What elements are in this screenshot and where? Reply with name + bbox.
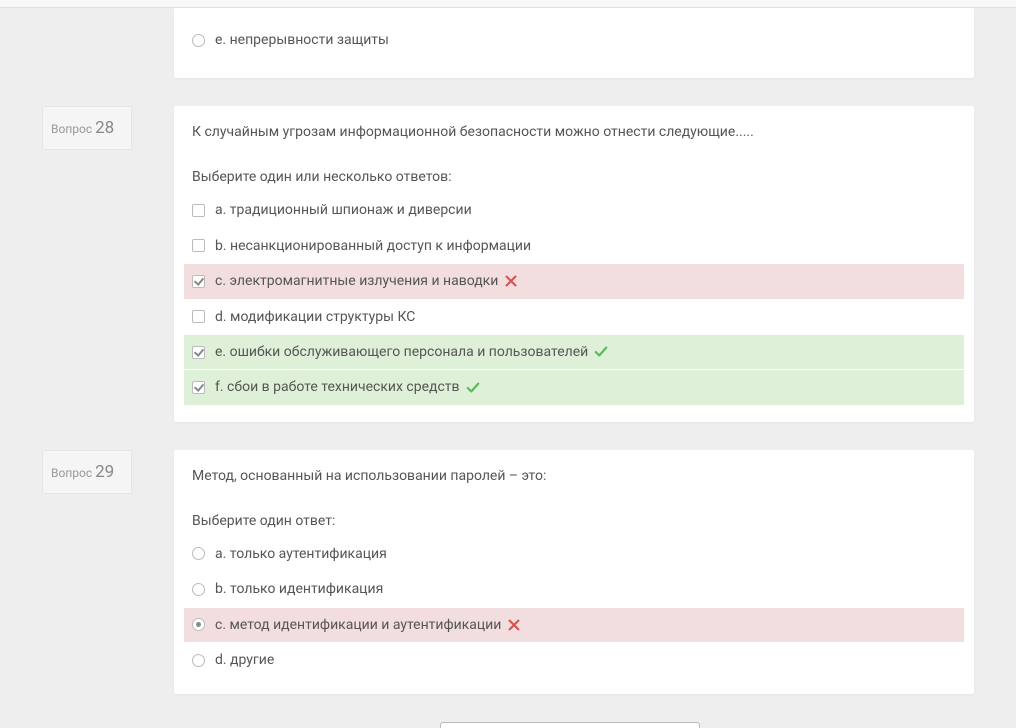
- answer-option[interactable]: d. другие: [184, 643, 964, 677]
- answer-option[interactable]: e. ошибки обслуживающего персонала и пол…: [184, 335, 964, 369]
- checkbox-control[interactable]: [192, 346, 205, 359]
- answer-option[interactable]: d. модификации структуры КС: [184, 300, 964, 334]
- quiz-page: e. непрерывности защиты Вопрос28 К случа…: [0, 8, 1016, 722]
- option-label: c. метод идентификации и аутентификации: [215, 614, 501, 636]
- instruction-text: Выберите один или несколько ответов:: [192, 169, 956, 185]
- option-label: f. сбои в работе технических средств: [215, 376, 460, 398]
- checkbox-control[interactable]: [192, 204, 205, 217]
- answer-option[interactable]: a. только аутентификация: [184, 537, 964, 571]
- top-bar: [0, 0, 1016, 8]
- radio-control[interactable]: [192, 618, 205, 631]
- question-row-28: Вопрос28 К случайным угрозам информацион…: [42, 106, 974, 421]
- question-card-28: К случайным угрозам информационной безоп…: [174, 106, 974, 421]
- answer-option[interactable]: e. непрерывности защиты: [184, 23, 964, 57]
- answer-option[interactable]: a. традиционный шпионаж и диверсии: [184, 193, 964, 227]
- option-label: a. только аутентификация: [215, 543, 387, 565]
- option-label: a. традиционный шпионаж и диверсии: [215, 199, 472, 221]
- cross-icon: [504, 274, 518, 288]
- options-list: a. только аутентификация b. только иденти…: [192, 537, 956, 678]
- instruction-text: Выберите один ответ:: [192, 513, 956, 529]
- question-card-partial: e. непрерывности защиты: [174, 8, 974, 78]
- option-label: c. электромагнитные излучения и наводки: [215, 270, 498, 292]
- question-card-29: Метод, основанный на использовании парол…: [174, 450, 974, 695]
- checkbox-control[interactable]: [192, 310, 205, 323]
- answer-option[interactable]: f. сбои в работе технических средств: [184, 370, 964, 404]
- checkbox-control[interactable]: [192, 275, 205, 288]
- question-text: Метод, основанный на использовании парол…: [192, 466, 956, 487]
- radio-control[interactable]: [192, 583, 205, 596]
- answer-option[interactable]: b. несанкционированный доступ к информац…: [184, 229, 964, 263]
- bottom-element-stub: [440, 722, 700, 728]
- question-row-partial: e. непрерывности защиты: [42, 8, 974, 78]
- answer-option[interactable]: b. только идентификация: [184, 572, 964, 606]
- answer-option[interactable]: c. электромагнитные излучения и наводки: [184, 264, 964, 298]
- question-text: К случайным угрозам информационной безоп…: [192, 122, 956, 143]
- question-row-29: Вопрос29 Метод, основанный на использова…: [42, 450, 974, 695]
- cross-icon: [507, 618, 521, 632]
- radio-control[interactable]: [192, 654, 205, 667]
- checkbox-control[interactable]: [192, 239, 205, 252]
- option-label: e. ошибки обслуживающего персонала и пол…: [215, 341, 588, 363]
- check-icon: [594, 345, 608, 359]
- options-list: a. традиционный шпионаж и диверсии b. нес…: [192, 193, 956, 404]
- option-label: e. непрерывности защиты: [215, 29, 389, 51]
- option-label: b. только идентификация: [215, 578, 383, 600]
- radio-control[interactable]: [192, 547, 205, 560]
- radio-control[interactable]: [192, 34, 205, 47]
- option-label: d. другие: [215, 649, 274, 671]
- question-badge: Вопрос28: [42, 106, 132, 150]
- checkbox-control[interactable]: [192, 381, 205, 394]
- option-label: d. модификации структуры КС: [215, 306, 415, 328]
- check-icon: [466, 381, 480, 395]
- option-label: b. несанкционированный доступ к информац…: [215, 235, 531, 257]
- question-badge: Вопрос29: [42, 450, 132, 494]
